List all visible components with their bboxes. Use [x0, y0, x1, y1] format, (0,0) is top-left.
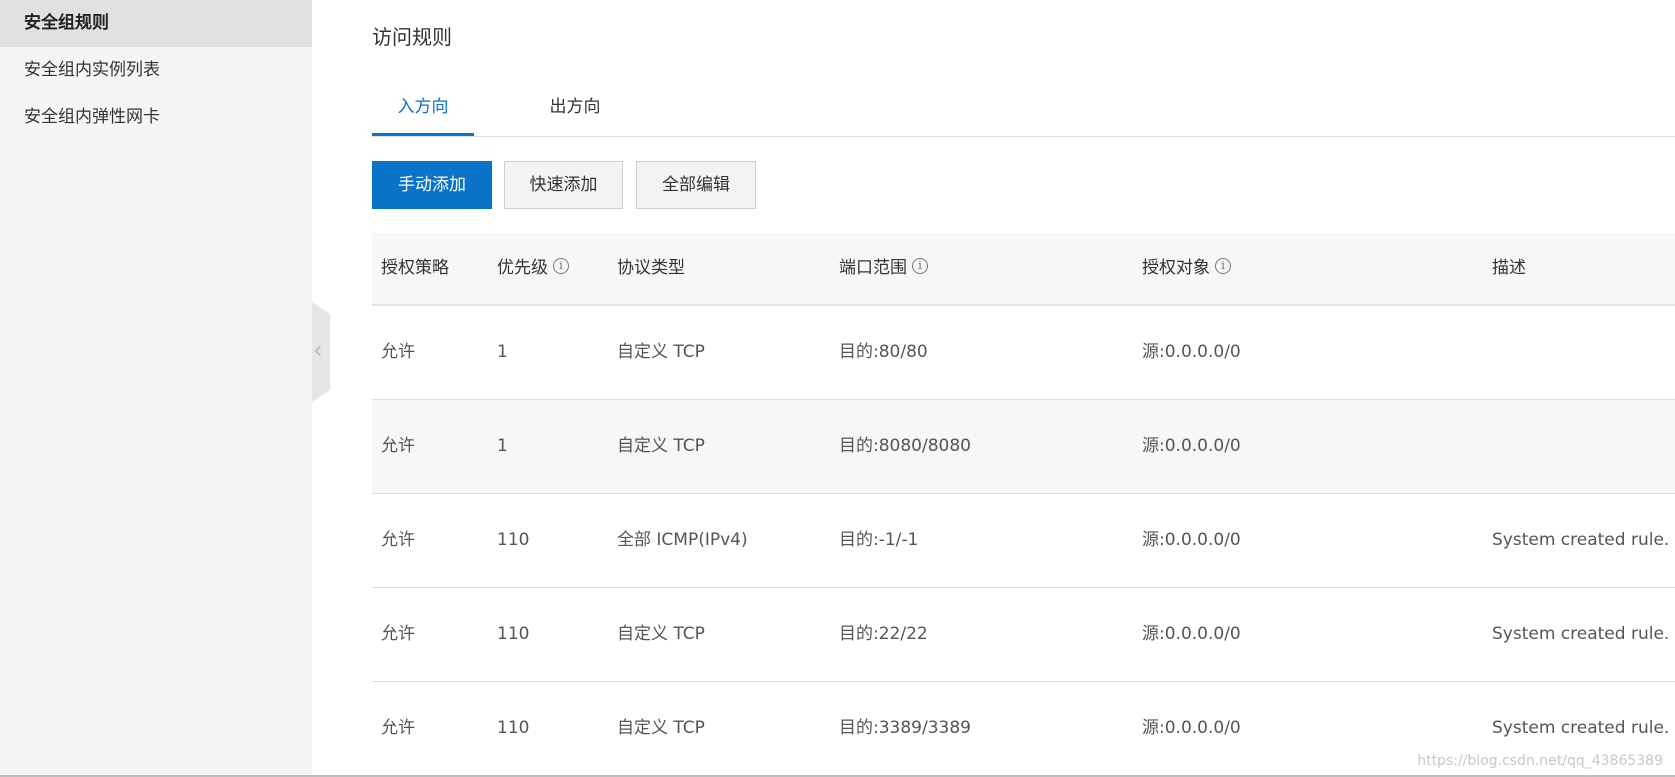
sidebar: 安全组规则 安全组内实例列表 安全组内弹性网卡: [0, 0, 312, 777]
sidebar-item-elastic-nic[interactable]: 安全组内弹性网卡: [0, 94, 312, 141]
cell-port-range: 目的:8080/8080: [839, 436, 971, 456]
column-header-port-range: 端口范围 i: [839, 233, 928, 304]
cell-port-range: 目的:3389/3389: [839, 718, 971, 738]
column-header-description: 描述: [1492, 233, 1526, 304]
main-content: 访问规则 入方向 出方向 手动添加 快速添加 全部编辑 授权策略 优先级 i 协议…: [372, 0, 1675, 777]
cell-port-range: 目的:80/80: [839, 342, 928, 362]
cell-auth-object: 源:0.0.0.0/0: [1142, 436, 1241, 456]
tab-outbound[interactable]: 出方向: [524, 82, 626, 136]
table-row: 允许 1 自定义 TCP 目的:80/80 源:0.0.0.0/0: [372, 306, 1675, 400]
cell-protocol: 自定义 TCP: [617, 436, 705, 456]
cell-priority: 110: [497, 718, 530, 738]
cell-policy: 允许: [381, 342, 415, 362]
cell-protocol: 自定义 TCP: [617, 342, 705, 362]
cell-port-range: 目的:22/22: [839, 624, 928, 644]
edit-all-button[interactable]: 全部编辑: [636, 161, 756, 209]
cell-priority: 1: [497, 436, 508, 456]
column-header-auth-object: 授权对象 i: [1142, 233, 1231, 304]
cell-policy: 允许: [381, 436, 415, 456]
column-label: 端口范围: [839, 258, 907, 278]
page-title: 访问规则: [372, 25, 452, 49]
cell-protocol: 自定义 TCP: [617, 624, 705, 644]
column-label: 协议类型: [617, 258, 685, 278]
info-icon[interactable]: i: [553, 258, 569, 274]
cell-description: System created rule.: [1492, 624, 1670, 644]
cell-policy: 允许: [381, 718, 415, 738]
cell-priority: 110: [497, 530, 530, 550]
cell-auth-object: 源:0.0.0.0/0: [1142, 530, 1241, 550]
column-header-policy: 授权策略: [381, 233, 449, 304]
column-label: 授权对象: [1142, 258, 1210, 278]
table-header: 授权策略 优先级 i 协议类型 端口范围 i 授权对象 i 描述: [372, 233, 1675, 306]
cell-protocol: 自定义 TCP: [617, 718, 705, 738]
sidebar-item-security-group-rules[interactable]: 安全组规则: [0, 0, 312, 47]
column-label: 优先级: [497, 258, 548, 278]
column-header-protocol: 协议类型: [617, 233, 685, 304]
cell-priority: 110: [497, 624, 530, 644]
chevron-left-icon: ‹: [313, 336, 323, 364]
cell-auth-object: 源:0.0.0.0/0: [1142, 624, 1241, 644]
table-row: 允许 110 全部 ICMP(IPv4) 目的:-1/-1 源:0.0.0.0/…: [372, 494, 1675, 588]
cell-auth-object: 源:0.0.0.0/0: [1142, 342, 1241, 362]
rules-table: 授权策略 优先级 i 协议类型 端口范围 i 授权对象 i 描述 允许 1 自定义 T…: [372, 233, 1675, 776]
cell-protocol: 全部 ICMP(IPv4): [617, 530, 748, 550]
info-icon[interactable]: i: [912, 258, 928, 274]
cell-port-range: 目的:-1/-1: [839, 530, 919, 550]
sidebar-collapse-handle[interactable]: ‹: [312, 302, 330, 402]
cell-policy: 允许: [381, 624, 415, 644]
sidebar-item-instance-list[interactable]: 安全组内实例列表: [0, 47, 312, 94]
info-icon[interactable]: i: [1215, 258, 1231, 274]
column-label: 授权策略: [381, 258, 449, 278]
watermark: https://blog.csdn.net/qq_43865389: [1417, 753, 1663, 769]
manual-add-button[interactable]: 手动添加: [372, 161, 492, 209]
tab-inbound[interactable]: 入方向: [372, 82, 474, 136]
cell-policy: 允许: [381, 530, 415, 550]
cell-auth-object: 源:0.0.0.0/0: [1142, 718, 1241, 738]
table-row: 允许 1 自定义 TCP 目的:8080/8080 源:0.0.0.0/0: [372, 400, 1675, 494]
table-row: 允许 110 自定义 TCP 目的:22/22 源:0.0.0.0/0 Syst…: [372, 588, 1675, 682]
quick-add-button[interactable]: 快速添加: [504, 161, 623, 209]
direction-tabs: 入方向 出方向: [372, 82, 1675, 137]
column-header-priority: 优先级 i: [497, 233, 569, 304]
cell-priority: 1: [497, 342, 508, 362]
column-label: 描述: [1492, 258, 1526, 278]
cell-description: System created rule.: [1492, 530, 1670, 550]
